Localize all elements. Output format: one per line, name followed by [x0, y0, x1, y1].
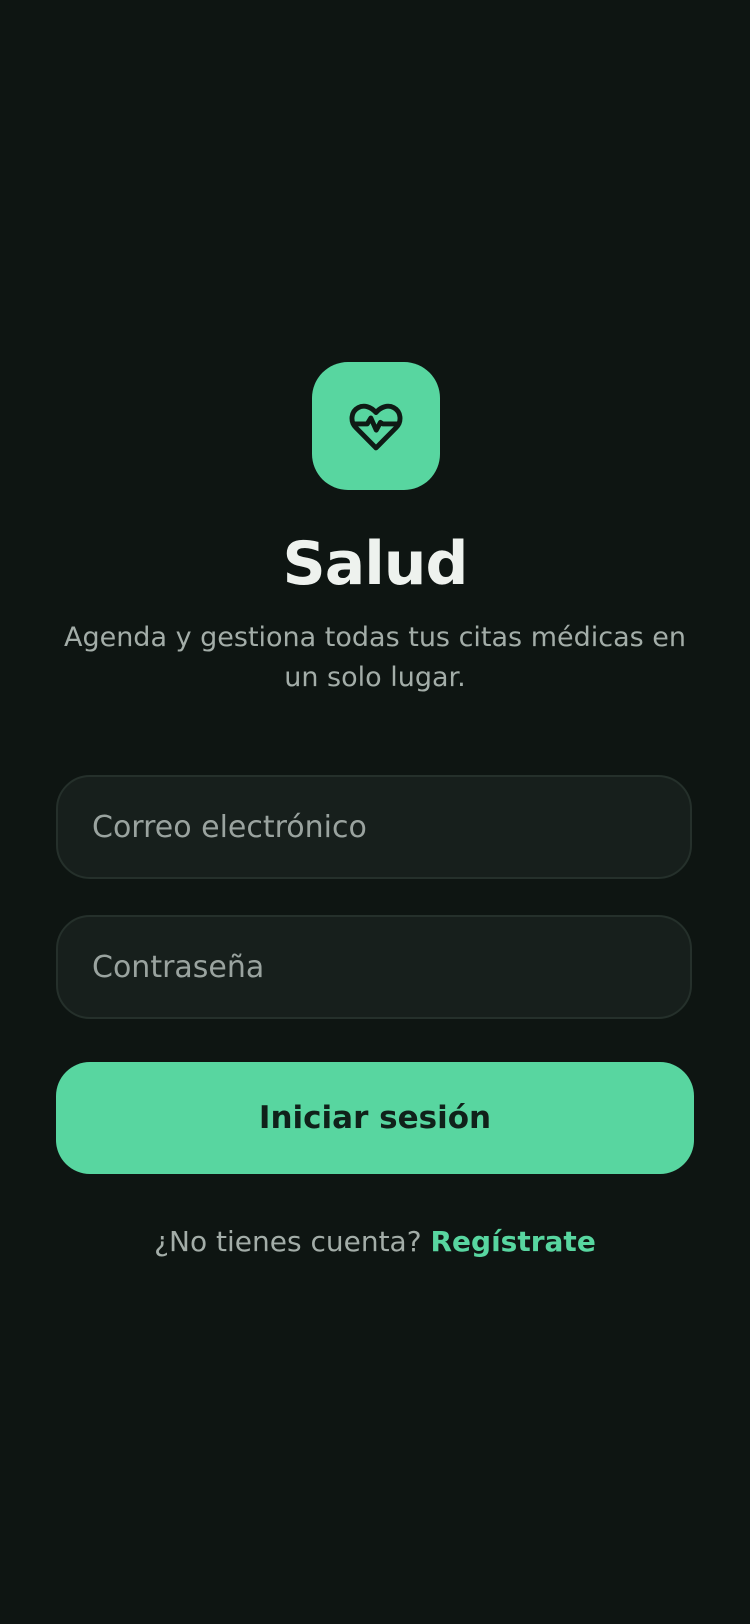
login-screen: Salud Agenda y gestiona todas tus citas …: [0, 0, 750, 1624]
heart-pulse-icon: [345, 395, 407, 457]
signup-prompt-text: ¿No tienes cuenta?: [154, 1225, 422, 1258]
email-field[interactable]: [56, 775, 692, 879]
signup-prompt-row: ¿No tienes cuenta? Regístrate: [0, 1222, 750, 1262]
password-field[interactable]: [56, 915, 692, 1019]
signup-link[interactable]: Regístrate: [430, 1225, 595, 1258]
app-subtitle: Agenda y gestiona todas tus citas médica…: [63, 622, 687, 693]
login-button[interactable]: Iniciar sesión: [56, 1062, 694, 1174]
app-logo: [312, 362, 440, 490]
email-input[interactable]: [92, 809, 690, 845]
app-title: Salud: [282, 529, 469, 599]
password-input[interactable]: [92, 949, 690, 985]
